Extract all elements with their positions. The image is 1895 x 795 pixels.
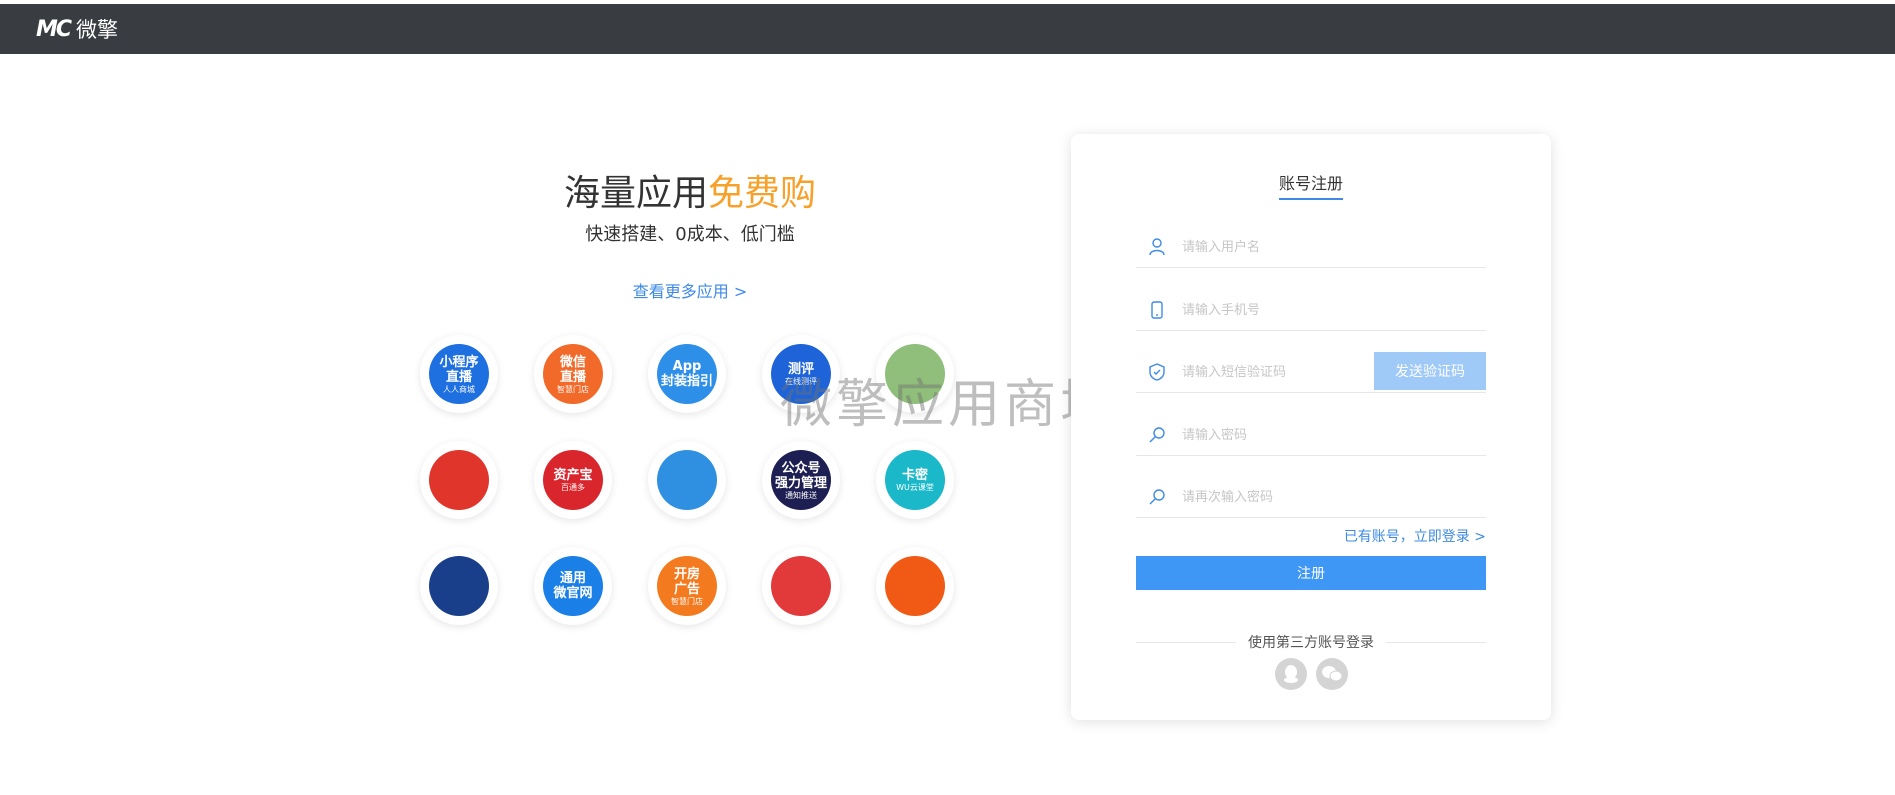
app-icon-label: 广告 [673,581,700,597]
user-icon [1146,236,1168,258]
divider-line [1386,641,1486,643]
top-navbar: MC 微擎 [0,4,1895,54]
app-icon-face [771,556,831,616]
send-code-button[interactable]: 发送验证码 [1374,352,1486,390]
app-icon-face: 小程序 直播 人人商城 [429,344,489,404]
app-icon-label: 人人商城 [443,384,475,394]
tab-register[interactable]: 账号注册 [1071,170,1551,200]
password-confirm-field [1136,477,1486,518]
app-icon-label: 微信 [559,354,586,370]
hero-title-highlight: 免费购 [708,173,817,214]
app-icon-face: 通用 微官网 [543,556,603,616]
key-icon [1146,424,1168,446]
app-icon-label: 小程序 [439,354,479,370]
more-apps-link[interactable]: 查看更多应用 > [420,278,960,302]
app-icon-label: 资产宝 [553,468,593,483]
tab-register-label: 账号注册 [1278,170,1343,200]
qq-login-button[interactable] [1275,658,1307,690]
register-card: 账号注册 发送验证码 已有账号，立即登录 > 注册 使用第三方账号 [1071,134,1551,720]
app-icon-label: 封装指引 [660,374,713,389]
qq-icon [1284,665,1298,683]
wechat-icon [1322,666,1343,682]
app-icon-face: 资产宝 百通多 [543,450,603,510]
wechat-login-button[interactable] [1316,658,1348,690]
logo-text: 微擎 [76,18,119,42]
app-icon[interactable] [762,547,840,625]
app-icon-label: 通知推送 [785,490,817,500]
app-icon-label: App [672,359,702,374]
app-icon-face [885,556,945,616]
app-icon-label: 直播 [445,369,472,385]
app-icon-face [657,450,717,510]
app-icon[interactable]: 通用 微官网 [534,547,612,625]
app-icon[interactable] [420,441,498,519]
sms-code-field: 发送验证码 [1136,352,1486,393]
login-link[interactable]: 已有账号，立即登录 > [1344,526,1486,546]
app-icon[interactable]: 资产宝 百通多 [534,441,612,519]
app-icon[interactable]: 微信 直播 智慧门店 [534,335,612,413]
app-icon-label: 公众号 [781,460,821,476]
app-icon-label: 直播 [559,369,586,385]
app-icon[interactable] [876,547,954,625]
username-field [1136,227,1486,268]
app-icon-face: 微信 直播 智慧门店 [543,344,603,404]
app-icon-face: 卡密 WU云课堂 [885,450,945,510]
register-button[interactable]: 注册 [1136,556,1486,590]
phone-input[interactable] [1180,301,1486,319]
phone-field [1136,290,1486,331]
password-confirm-input[interactable] [1180,488,1486,506]
shield-icon [1146,361,1168,383]
app-icon-label: 通用 [559,571,586,586]
app-icon[interactable]: 开房 广告 智慧门店 [648,547,726,625]
app-icon-label: 智慧门店 [671,596,703,606]
logo-mark: MC [36,16,72,42]
hero-subtitle: 快速搭建、0成本、低门槛 [585,224,795,245]
key-icon [1146,486,1168,508]
username-input[interactable] [1180,238,1486,256]
app-icon[interactable]: App 封装指引 [648,335,726,413]
app-icon-label: 百通多 [561,483,585,492]
app-icon-label: 开房 [673,566,700,582]
app-icon-face: 开房 广告 智慧门店 [657,556,717,616]
app-icon-label: 智慧门店 [557,384,589,394]
divider-line [1136,641,1236,643]
app-icon[interactable]: 公众号 强力管理 通知推送 [762,441,840,519]
app-icon[interactable]: 卡密 WU云课堂 [876,441,954,519]
password-input[interactable] [1180,426,1486,444]
third-party-divider: 使用第三方账号登录 [1136,632,1486,652]
app-icon-face: App 封装指引 [657,344,717,404]
app-icon-label: WU云课堂 [896,483,934,492]
app-icon-face: 公众号 强力管理 通知推送 [771,450,831,510]
hero: 海量应用免费购 快速搭建、0成本、低门槛 查看更多应用 > [420,170,960,301]
app-icon[interactable]: 小程序 直播 人人商城 [420,335,498,413]
app-icon-label: 微官网 [553,586,593,601]
hero-title: 海量应用免费购 [420,170,960,218]
app-icon-face [429,556,489,616]
app-icon[interactable] [420,547,498,625]
logo[interactable]: MC 微擎 [36,14,118,44]
phone-icon [1146,299,1168,321]
app-icon-face [429,450,489,510]
password-field [1136,415,1486,456]
third-party-label: 使用第三方账号登录 [1248,635,1374,651]
app-icon-label: 卡密 [901,468,928,483]
watermark: 微擎应用商城 [780,375,1117,435]
hero-title-main: 海量应用 [563,173,708,214]
app-icon-label: 强力管理 [774,475,827,491]
app-icon[interactable] [648,441,726,519]
